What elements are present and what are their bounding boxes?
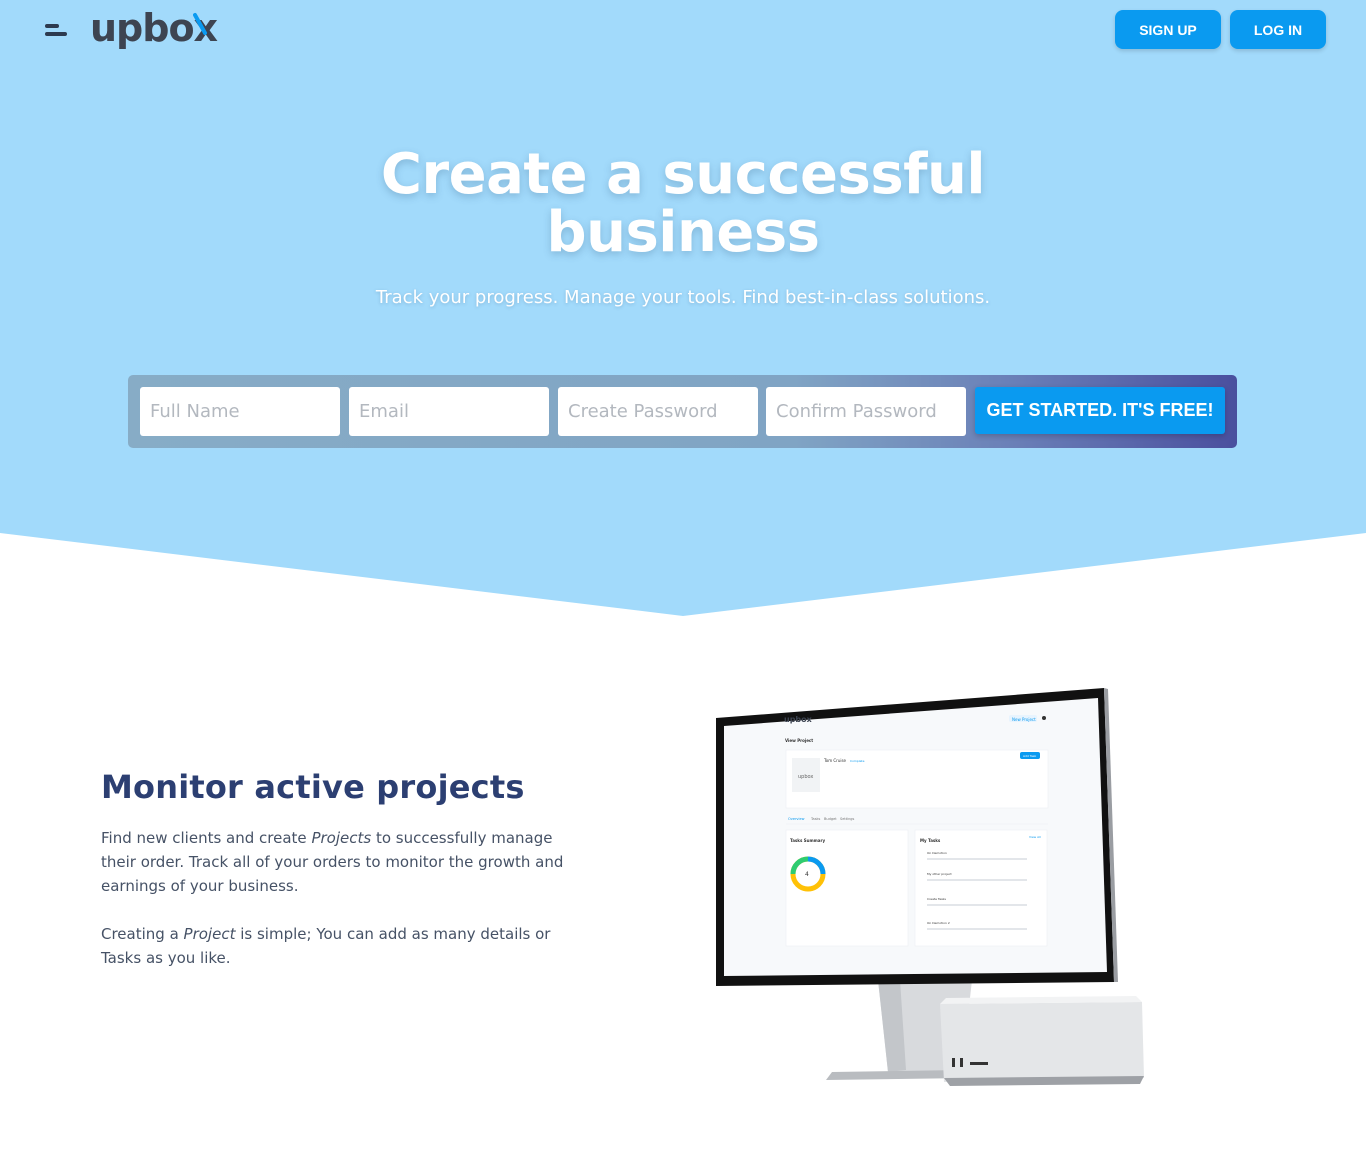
- svg-text:On Demotion: On Demotion: [927, 851, 947, 855]
- svg-text:My other project: My other project: [927, 872, 952, 876]
- hamburger-menu-icon[interactable]: [45, 24, 69, 40]
- svg-text:On Demotion 2: On Demotion 2: [927, 921, 950, 925]
- hero-title-line-2: business: [546, 200, 821, 265]
- screen-view-all: View All: [1029, 835, 1041, 839]
- svg-text:upbox: upbox: [798, 774, 813, 780]
- svg-text:Create Tasks: Create Tasks: [927, 897, 946, 901]
- screen-my-tasks: My Tasks: [920, 838, 941, 843]
- top-navigation: upbox SIGN UP LOG IN: [0, 0, 1366, 60]
- screen-tabs: Overview Tasks Budget Settings: [788, 817, 855, 821]
- screen-project-name: Tom Cruise: [823, 758, 847, 763]
- feature-paragraph-1: Find new clients and create Projects to …: [101, 829, 564, 895]
- screen-status: Complete: [850, 759, 865, 763]
- screen-page-title: View Project: [785, 738, 813, 743]
- signup-form: GET STARTED. IT'S FREE!: [128, 375, 1237, 448]
- desktop-computer-illustration: upbox New Project View Project upbox Tom…: [700, 680, 1160, 1100]
- hero-title-line-1: Create a successful: [380, 142, 986, 207]
- svg-text:4: 4: [805, 871, 809, 878]
- feature-paragraph-2: Creating a Project is simple; You can ad…: [101, 925, 551, 967]
- hero-subtitle: Track your progress. Manage your tools. …: [375, 287, 991, 308]
- email-input[interactable]: [349, 387, 549, 436]
- sign-up-button[interactable]: SIGN UP: [1115, 10, 1221, 49]
- logo-accent-icon: [193, 13, 207, 35]
- screen-tasks-summary: Tasks Summary: [790, 838, 825, 843]
- get-started-button[interactable]: GET STARTED. IT'S FREE!: [975, 387, 1225, 434]
- hero-background: [0, 0, 1366, 616]
- screen-logo: upbox: [784, 715, 813, 724]
- screen-new-project: New Project: [1012, 717, 1036, 722]
- svg-text:Budget: Budget: [824, 817, 837, 821]
- feature-title: Monitor active projects: [101, 768, 525, 806]
- hero-title: Create a successful business: [283, 146, 1083, 262]
- svg-text:Tasks: Tasks: [810, 817, 821, 821]
- screen-dashboard: upbox New Project View Project upbox Tom…: [784, 715, 1049, 947]
- full-name-input[interactable]: [140, 387, 340, 436]
- hero-section: upbox SIGN UP LOG IN Create a successful…: [0, 0, 1366, 620]
- svg-text:Settings: Settings: [840, 817, 855, 821]
- confirm-password-input[interactable]: [766, 387, 966, 436]
- screen-add-task: Add Task: [1023, 754, 1036, 758]
- log-in-button[interactable]: LOG IN: [1230, 10, 1326, 49]
- svg-text:Overview: Overview: [788, 817, 805, 821]
- create-password-input[interactable]: [558, 387, 758, 436]
